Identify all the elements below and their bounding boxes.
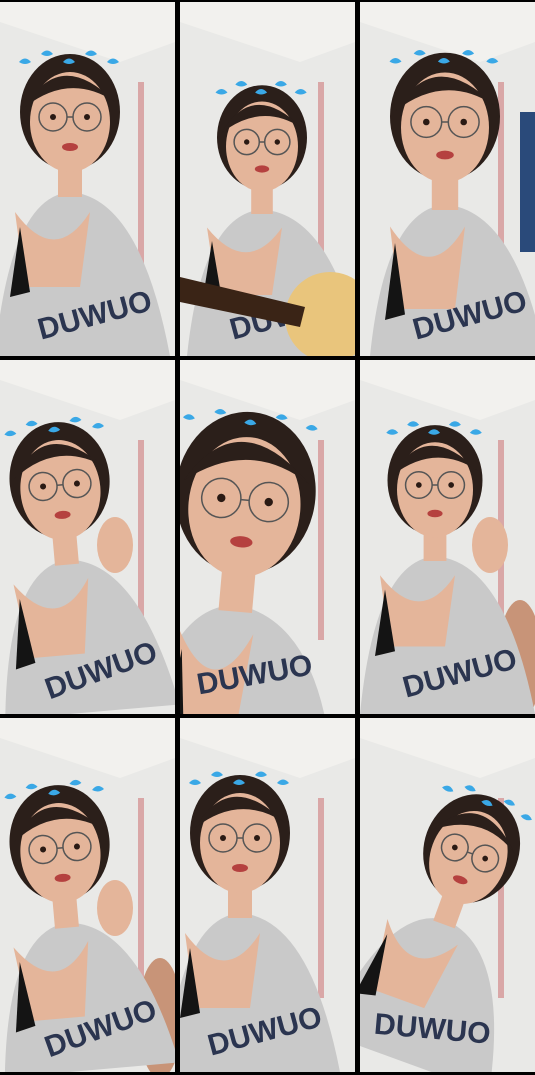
frame-illustration: DUWUO bbox=[0, 718, 175, 1072]
door-frame bbox=[318, 440, 324, 640]
door-frame bbox=[318, 798, 324, 998]
eye-left bbox=[423, 118, 430, 126]
mouth bbox=[427, 509, 443, 518]
eye-right bbox=[448, 482, 454, 488]
glasses-bridge bbox=[56, 846, 64, 850]
eye-left bbox=[50, 114, 56, 120]
hand bbox=[97, 517, 133, 573]
video-frame-grid: DUWUO DUWUO DUWUO DUWUO DUWUO DUWUO DUWU… bbox=[0, 0, 535, 1075]
curtain bbox=[520, 112, 535, 252]
video-frame-1: DUWUO bbox=[0, 2, 175, 356]
video-frame-3: DUWUO bbox=[360, 2, 535, 356]
video-frame-9: DUWUO bbox=[360, 718, 535, 1072]
mouth bbox=[62, 143, 78, 151]
eye-left bbox=[220, 835, 226, 841]
video-frame-4: DUWUO bbox=[0, 360, 175, 714]
mouth bbox=[436, 150, 454, 160]
frame-illustration: DUWUO bbox=[180, 718, 355, 1072]
video-frame-7: DUWUO bbox=[0, 718, 175, 1072]
frame-illustration: DUWUO bbox=[360, 718, 535, 1072]
video-frame-5: DUWUO bbox=[180, 360, 355, 714]
eye-right bbox=[274, 139, 280, 145]
eye-right bbox=[460, 118, 467, 126]
video-frame-2: DUWUO bbox=[180, 2, 355, 356]
hand bbox=[472, 517, 508, 573]
frame-illustration: DUWUO bbox=[180, 2, 355, 356]
door-frame bbox=[138, 798, 144, 998]
video-frame-6: DUWUO bbox=[360, 360, 535, 714]
eye-left bbox=[244, 139, 250, 145]
eye-right bbox=[254, 835, 260, 841]
eye-left bbox=[416, 482, 422, 488]
frame-illustration: DUWUO bbox=[0, 2, 175, 356]
hand bbox=[97, 880, 133, 936]
glasses-bridge bbox=[56, 483, 64, 487]
glasses-bridge bbox=[240, 498, 250, 502]
frame-illustration: DUWUO bbox=[0, 360, 175, 714]
frame-illustration: DUWUO bbox=[360, 2, 535, 356]
mouth bbox=[232, 864, 248, 872]
frame-illustration: DUWUO bbox=[180, 360, 355, 714]
mouth bbox=[254, 165, 270, 173]
frame-illustration: DUWUO bbox=[360, 360, 535, 714]
eye-right bbox=[84, 114, 90, 120]
video-frame-8: DUWUO bbox=[180, 718, 355, 1072]
